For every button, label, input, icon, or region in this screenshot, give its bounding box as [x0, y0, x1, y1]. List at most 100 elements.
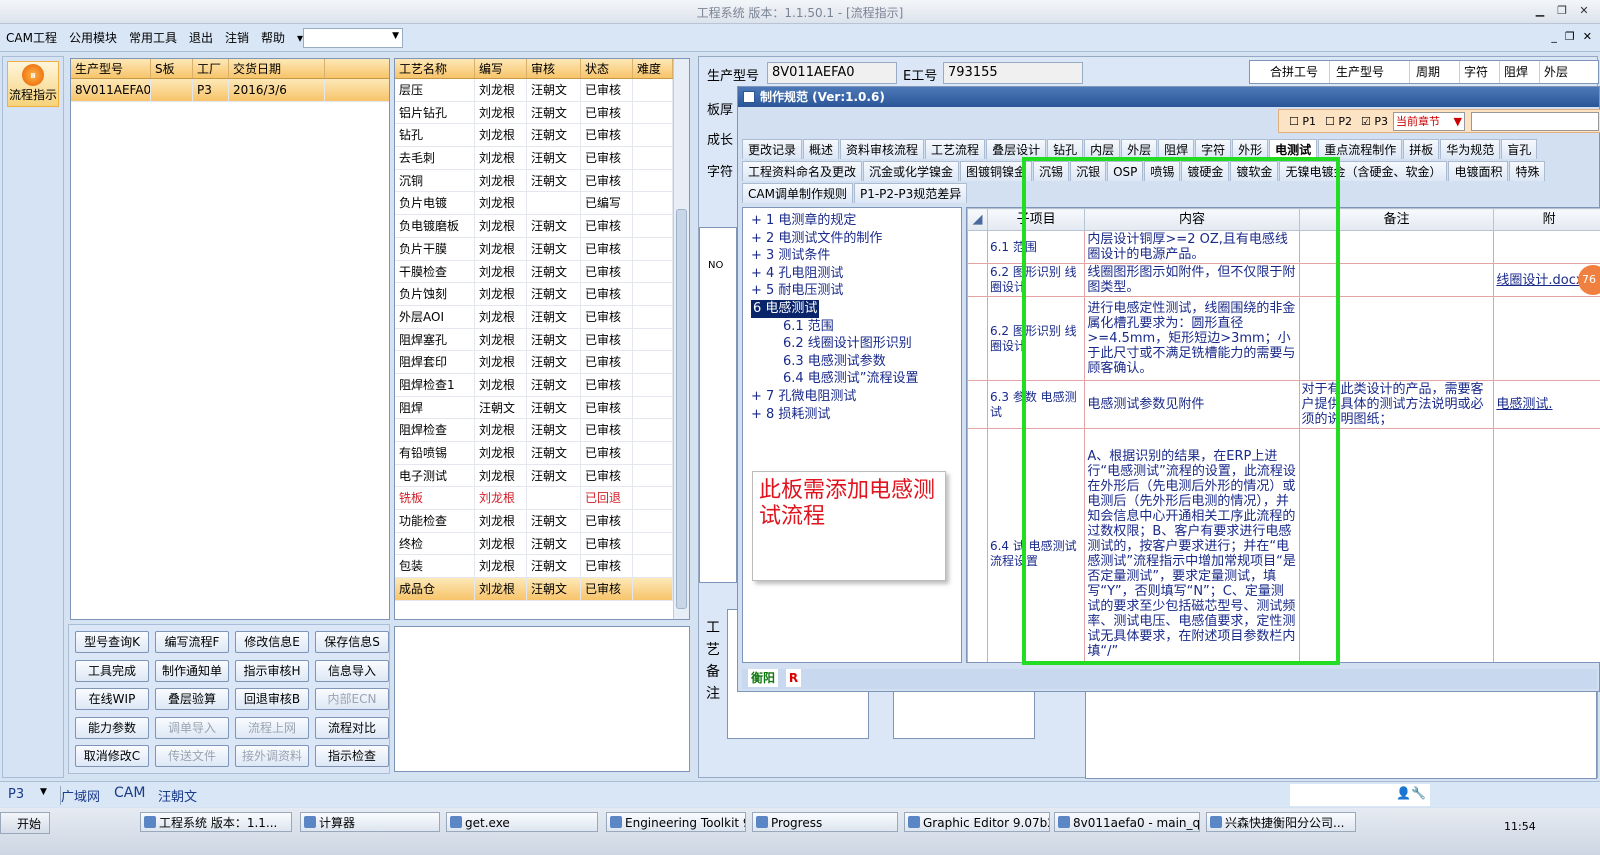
- close-icon[interactable]: ✕: [1576, 3, 1592, 19]
- tab-tabs_row1-12[interactable]: 重点流程制作: [1318, 139, 1403, 159]
- table-row[interactable]: 功能检查 刘龙根 汪朝文 已审核: [395, 510, 689, 533]
- taskbar-item[interactable]: Engineering Toolkit 9.0...: [606, 812, 746, 832]
- table-row[interactable]: 阻焊检查1 刘龙根 汪朝文 已审核: [395, 373, 689, 397]
- action-button-3[interactable]: 保存信息S: [315, 631, 389, 653]
- action-button-15[interactable]: 流程对比: [315, 716, 389, 739]
- tree-node[interactable]: + 8 损耗测试: [743, 406, 961, 424]
- table-row[interactable]: 层压 刘龙根 汪朝文 已审核: [395, 79, 689, 102]
- tab-tabs_row1-14[interactable]: 华为规范: [1440, 139, 1501, 159]
- tab-tabs_row1-4[interactable]: 叠层设计: [986, 139, 1047, 159]
- table-row[interactable]: 负片干膜 刘龙根 汪朝文 已审核: [395, 237, 689, 261]
- col-model[interactable]: 生产型号: [71, 59, 151, 78]
- taskbar-item[interactable]: Graphic Editor 9.07b2 (...: [904, 812, 1050, 832]
- taskbar-item[interactable]: get.exe: [446, 812, 598, 832]
- mdi-close-icon[interactable]: ✕: [1583, 30, 1592, 43]
- floating-badge[interactable]: 76: [1578, 265, 1600, 295]
- action-button-5[interactable]: 制作通知单: [155, 659, 229, 682]
- minimize-icon[interactable]: ▁: [1532, 3, 1548, 19]
- col-process[interactable]: 工艺名称: [395, 59, 475, 78]
- chevron-down-icon[interactable]: ▼: [40, 787, 47, 797]
- action-button-9[interactable]: 叠层验算: [155, 688, 229, 710]
- spec-attachment[interactable]: 电感测试.: [1493, 380, 1600, 429]
- menu-logout[interactable]: 注销: [219, 24, 255, 52]
- table-row[interactable]: 干膜检查 刘龙根 汪朝文 已审核: [395, 260, 689, 284]
- menu-combo[interactable]: ▼: [303, 28, 403, 48]
- spec-attachment[interactable]: [1493, 230, 1600, 264]
- action-button-8[interactable]: 在线WIP: [75, 688, 149, 710]
- tree-node[interactable]: 6.4 电感测试”流程设置: [743, 370, 961, 388]
- taskbar-item[interactable]: 工程系统 版本：1.1...: [140, 812, 292, 832]
- col-s[interactable]: S板: [151, 59, 193, 78]
- tree-node[interactable]: 6.3 电感测试参数: [743, 353, 961, 371]
- tab-tabs_row1-7[interactable]: 外层: [1121, 139, 1158, 159]
- action-button-10[interactable]: 回退审核B: [235, 688, 309, 710]
- action-button-12[interactable]: 能力参数: [75, 716, 149, 739]
- table-row[interactable]: 有铅喷锡 刘龙根 汪朝文 已审核: [395, 442, 689, 465]
- mdi-minimize-icon[interactable]: _: [1551, 30, 1557, 43]
- taskbar-item[interactable]: 兴森快捷衡阳分公司...: [1206, 812, 1356, 832]
- action-button-7[interactable]: 信息导入: [315, 659, 389, 682]
- spec-col-select[interactable]: ◢: [967, 208, 988, 231]
- col-difficulty[interactable]: 难度: [633, 59, 673, 78]
- row-selector[interactable]: [967, 296, 988, 381]
- start-button[interactable]: 开始: [0, 812, 50, 834]
- tab-tabs_row2-11[interactable]: 特殊: [1509, 161, 1546, 181]
- tab-tabs_row2-1[interactable]: 沉金或化学镍金: [863, 161, 960, 181]
- tree-node[interactable]: + 2 电测试文件的制作: [743, 230, 961, 248]
- table-row[interactable]: 外层AOI 刘龙根 汪朝文 已审核: [395, 305, 689, 329]
- spec-attachment[interactable]: [1493, 296, 1600, 381]
- restore-icon[interactable]: ❐: [1554, 3, 1570, 19]
- table-row[interactable]: 电子测试 刘龙根 汪朝文 已审核: [395, 464, 689, 488]
- table-row[interactable]: 钻孔 刘龙根 汪朝文 已审核: [395, 124, 689, 148]
- row-selector[interactable]: [967, 428, 988, 662]
- menu-tools[interactable]: 常用工具: [123, 24, 183, 52]
- col-factory[interactable]: 工厂: [193, 59, 229, 78]
- col-author[interactable]: 编写: [475, 59, 527, 78]
- tab-tabs_row3-1[interactable]: P1-P2-P3规范差异: [853, 183, 968, 203]
- table-row[interactable]: 阻焊 汪朝文 汪朝文 已审核: [395, 396, 689, 420]
- flow-indicator-button[interactable]: ⏸ 流程指示: [7, 61, 59, 107]
- table-row[interactable]: 负片蚀刻 刘龙根 汪朝文 已审核: [395, 283, 689, 306]
- chapter-select[interactable]: 当前章节 ▼: [1393, 112, 1465, 131]
- row-selector[interactable]: [967, 380, 988, 429]
- action-button-11[interactable]: 内部ECN: [315, 688, 389, 710]
- tab-tabs_row1-2[interactable]: 资料审核流程: [840, 139, 925, 159]
- action-button-6[interactable]: 指示审核H: [235, 659, 309, 682]
- tree-node[interactable]: + 4 孔电阻测试: [743, 265, 961, 283]
- tab-tabs_row1-13[interactable]: 拼板: [1403, 139, 1440, 159]
- action-button-1[interactable]: 编写流程F: [155, 631, 229, 653]
- e-field[interactable]: 793155: [943, 62, 1083, 84]
- p3-checkbox[interactable]: ☑ P3: [1361, 115, 1388, 128]
- table-row[interactable]: 负电镀磨板 刘龙根 汪朝文 已审核: [395, 215, 689, 238]
- col-outer[interactable]: 外层: [1540, 61, 1596, 83]
- p1-checkbox[interactable]: ☐ P1: [1289, 115, 1316, 128]
- col-status[interactable]: 状态: [581, 59, 633, 78]
- chapter-search-input[interactable]: [1471, 112, 1599, 131]
- table-row[interactable]: 阻焊套印 刘龙根 汪朝文 已审核: [395, 351, 689, 374]
- tree-node[interactable]: + 1 电测章的规定: [743, 212, 961, 230]
- action-button-4[interactable]: 工具完成: [75, 659, 149, 682]
- action-button-0[interactable]: 型号查询K: [75, 631, 149, 653]
- row-selector[interactable]: [967, 230, 988, 264]
- spec-col-attach[interactable]: 附: [1493, 208, 1600, 231]
- mdi-restore-icon[interactable]: ❐: [1565, 30, 1575, 43]
- tree-node[interactable]: 6 电感测试: [743, 299, 961, 318]
- menu-public[interactable]: 公用模块: [63, 24, 123, 52]
- tab-tabs_row3-0[interactable]: CAM调单制作规则: [742, 183, 853, 203]
- tab-tabs_row2-0[interactable]: 工程资料命名及更改: [742, 161, 863, 181]
- tab-tabs_row2-10[interactable]: 电镀面积: [1448, 161, 1509, 181]
- tree-node[interactable]: + 3 测试条件: [743, 247, 961, 265]
- tree-node[interactable]: 6.1 范围: [743, 318, 961, 336]
- tab-tabs_row1-3[interactable]: 工艺流程: [925, 139, 986, 159]
- tab-tabs_row1-5[interactable]: 钻孔: [1047, 139, 1084, 159]
- menu-help[interactable]: 帮助: [255, 24, 291, 52]
- tab-tabs_row1-15[interactable]: 盲孔: [1501, 139, 1538, 159]
- tree-node[interactable]: + 7 孔微电阻测试: [743, 388, 961, 406]
- action-button-19[interactable]: 指示检查: [315, 745, 389, 767]
- tree-node[interactable]: + 5 耐电压测试: [743, 282, 961, 300]
- table-row[interactable]: 负片电镀 刘龙根 已编写: [395, 192, 689, 216]
- col-merge-model[interactable]: 生产型号: [1330, 61, 1410, 83]
- tab-tabs_row1-8[interactable]: 阻焊: [1158, 139, 1195, 159]
- table-row[interactable]: 去毛刺 刘龙根 汪朝文 已审核: [395, 147, 689, 170]
- table-row[interactable]: 阻焊塞孔 刘龙根 汪朝文 已审核: [395, 328, 689, 352]
